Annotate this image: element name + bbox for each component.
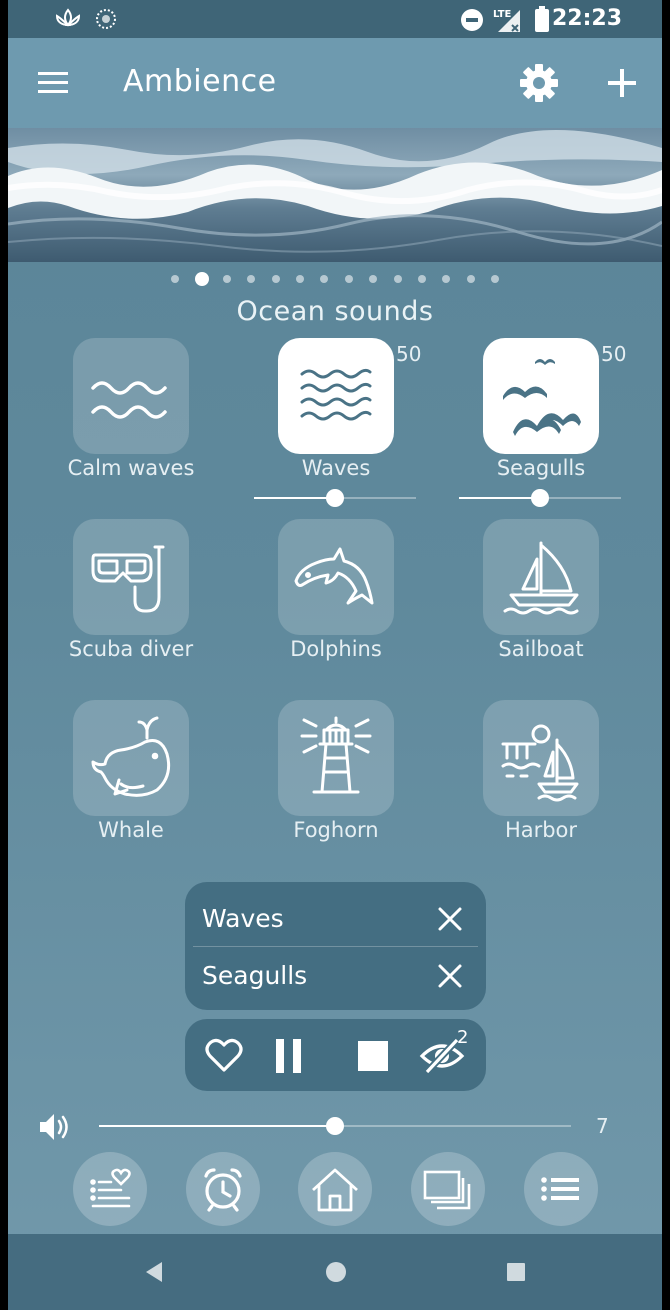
status-bar: LTE 22:23 — [8, 0, 662, 38]
slider-thumb[interactable] — [531, 489, 549, 507]
layers-icon — [423, 1170, 471, 1210]
list-icon — [541, 1177, 579, 1201]
page-dot[interactable] — [466, 275, 475, 283]
close-icon[interactable] — [435, 961, 465, 991]
back-icon[interactable] — [140, 1258, 168, 1286]
heart-icon[interactable] — [204, 1036, 244, 1076]
seagulls-icon — [503, 359, 581, 436]
page-dot[interactable] — [393, 275, 402, 283]
recents-icon[interactable] — [502, 1258, 530, 1286]
master-volume-slider[interactable] — [99, 1116, 571, 1136]
now-playing-item[interactable]: Waves — [185, 890, 486, 947]
slider-fill — [99, 1125, 335, 1127]
waves-volume-slider[interactable] — [254, 488, 416, 508]
sound-label: Sailboat — [498, 637, 584, 661]
page-dot[interactable] — [295, 275, 304, 283]
home-button[interactable] — [298, 1152, 372, 1226]
page-indicator[interactable] — [171, 271, 515, 287]
slider-thumb[interactable] — [326, 489, 344, 507]
harbor-icon — [501, 724, 579, 802]
ocean-banner-image — [8, 128, 662, 262]
sound-label: Dolphins — [290, 637, 382, 661]
sound-label: Calm waves — [67, 456, 195, 480]
master-volume-value: 7 — [596, 1114, 609, 1138]
status-time: 22:23 — [551, 6, 622, 31]
do-not-disturb-icon — [461, 9, 483, 31]
now-playing-list: Waves Seagulls — [185, 882, 486, 1010]
toolbar: Ambience — [8, 38, 662, 128]
alarm-clock-icon — [204, 1168, 242, 1212]
now-playing-item[interactable]: Seagulls — [185, 947, 486, 1004]
sound-volume-value: 50 — [396, 342, 422, 366]
now-playing-name: Waves — [202, 904, 284, 933]
page-dot[interactable] — [344, 275, 353, 283]
page-dot[interactable] — [442, 275, 451, 283]
lte-signal-icon: LTE — [493, 9, 520, 32]
page-dot[interactable] — [171, 275, 179, 283]
sound-label: Scuba diver — [68, 637, 194, 661]
slider-fill — [459, 497, 540, 499]
stop-icon[interactable] — [353, 1036, 393, 1076]
home-nav-icon[interactable] — [322, 1258, 350, 1286]
battery-icon — [535, 6, 549, 32]
sound-label: Seagulls — [496, 456, 586, 480]
sound-label: Whale — [98, 818, 164, 842]
app-title: Ambience — [123, 64, 277, 99]
whale-icon — [91, 716, 171, 797]
hidden-count-badge: 2 — [457, 1027, 469, 1048]
sound-label: Harbor — [504, 818, 578, 842]
add-icon[interactable] — [602, 62, 642, 104]
page-dot[interactable] — [369, 275, 378, 283]
gear-icon[interactable] — [518, 62, 560, 104]
page-dot[interactable] — [417, 275, 426, 283]
page-dot[interactable] — [195, 272, 210, 286]
playback-controls: 2 — [185, 1019, 486, 1091]
timer-button[interactable] — [186, 1152, 260, 1226]
page-dot[interactable] — [271, 275, 280, 283]
collections-button[interactable] — [411, 1152, 485, 1226]
slider-thumb[interactable] — [326, 1117, 344, 1135]
dolphin-icon — [294, 547, 374, 605]
sound-label: Waves — [301, 456, 371, 480]
volume-icon[interactable] — [36, 1110, 72, 1144]
sailboat-icon — [503, 541, 579, 615]
scuba-mask-icon — [91, 545, 165, 613]
close-icon[interactable] — [435, 904, 465, 934]
waves-icon — [300, 368, 372, 421]
calm-waves-icon — [91, 381, 167, 419]
app-screen: LTE 22:23 Ambience Ocean sounds Calm wav… — [8, 0, 662, 1310]
page-dot[interactable] — [491, 275, 500, 283]
sound-label: Foghorn — [293, 818, 379, 842]
system-nav-bar — [8, 1234, 662, 1310]
page-dot[interactable] — [247, 275, 256, 283]
lighthouse-icon — [300, 716, 372, 794]
seagulls-volume-slider[interactable] — [459, 488, 621, 508]
home-icon — [312, 1168, 358, 1212]
menu-icon[interactable] — [34, 66, 72, 100]
now-playing-name: Seagulls — [202, 961, 308, 990]
sync-icon — [96, 9, 116, 29]
pause-icon[interactable] — [271, 1036, 311, 1076]
lotus-icon — [55, 8, 81, 27]
section-title: Ocean sounds — [236, 296, 434, 327]
sound-volume-value: 50 — [601, 342, 627, 366]
favorites-button[interactable] — [73, 1152, 147, 1226]
page-dot[interactable] — [222, 275, 231, 283]
svg-text:LTE: LTE — [493, 9, 512, 20]
page-dot[interactable] — [320, 275, 329, 283]
list-button[interactable] — [524, 1152, 598, 1226]
slider-fill — [254, 497, 335, 499]
favorites-icon — [90, 1168, 131, 1208]
